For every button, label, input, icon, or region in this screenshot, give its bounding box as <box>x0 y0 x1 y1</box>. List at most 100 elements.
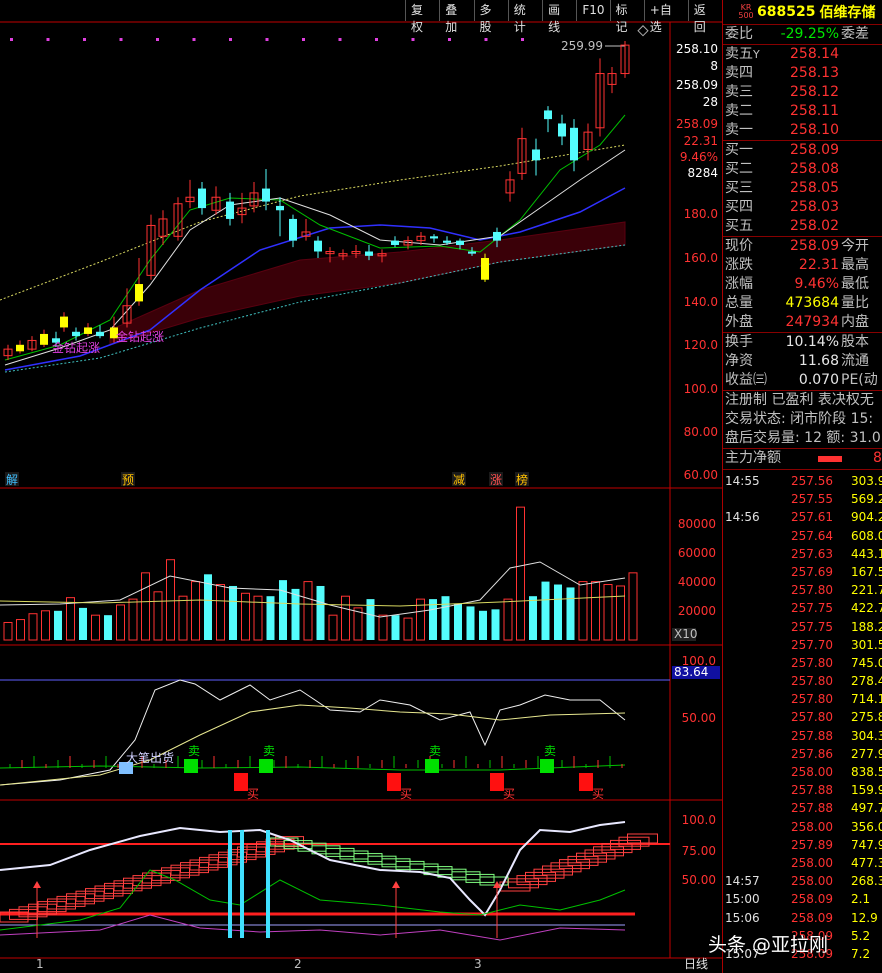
toolbar-draw-button[interactable]: 画线 <box>542 0 576 34</box>
toolbar-multi-stock-button[interactable]: 多股 <box>473 0 508 34</box>
bid-row[interactable]: 买四 258.03 <box>723 198 882 217</box>
volume-bar <box>479 610 487 640</box>
chart-tag: 涨 <box>490 472 502 487</box>
stat-label: 净资 <box>725 353 753 369</box>
sell-signal-box <box>425 759 439 773</box>
quote-row: 现价 258.09 今开 <box>723 237 882 256</box>
stock-header: KR 500 688525 佰维存储 <box>723 0 882 25</box>
buy-signal-box <box>387 773 401 791</box>
tick-volume: 277.9 <box>851 746 882 761</box>
weibi-value: -29.25% <box>780 26 839 42</box>
kdj-cross-bar <box>240 830 244 938</box>
candle-body <box>314 240 322 252</box>
price-axis-label: 140.0 <box>684 295 718 309</box>
stat-row: 收益㈢ 0.070 PE(动 <box>723 371 882 390</box>
quote-value: 473684 <box>785 295 839 311</box>
chart-tag: 解 <box>6 473 18 487</box>
volume-bar <box>328 614 338 641</box>
tick-price: 258.00 <box>791 765 833 779</box>
volume-bar <box>454 603 462 640</box>
main-flow-bar <box>818 456 842 462</box>
ask-row[interactable]: 卖一 258.10 <box>723 121 882 140</box>
volume-bar <box>41 610 50 641</box>
tick-time: 14:56 <box>725 510 760 525</box>
volume-bar <box>616 585 625 641</box>
tick-price: 257.56 <box>791 474 833 488</box>
quote-row: 涨幅 9.46% 最低 <box>723 275 882 294</box>
buy-signal-box <box>579 773 593 791</box>
kdj-cross-bar <box>228 830 232 938</box>
kdj-step-box <box>627 833 658 844</box>
volume-bar <box>241 592 250 641</box>
tick-row: 14:56 257.61 904.2 <box>723 508 882 526</box>
sell-signal-box <box>540 759 554 773</box>
volume-bar <box>391 615 400 640</box>
price-axis-label: 60.00 <box>684 468 718 482</box>
tick-row: 257.80 278.4 <box>723 672 882 690</box>
buy-signal-box <box>234 773 248 791</box>
candle-body <box>276 205 284 211</box>
toolbar-back-button[interactable]: 返回 <box>687 0 722 34</box>
chart-tag: 榜 <box>516 472 528 487</box>
tick-time: 14:55 <box>725 474 760 488</box>
chart-tag: 减 <box>453 473 465 487</box>
tick-price: 257.88 <box>791 783 833 798</box>
tick-volume: 303.9 <box>851 474 882 488</box>
marker-dot <box>229 38 232 41</box>
main-flow-value: 8 <box>873 450 882 466</box>
bid-row[interactable]: 买一 258.09 <box>723 141 882 160</box>
ask-row[interactable]: 卖五Y 258.14 <box>723 45 882 64</box>
ask-row[interactable]: 卖三 258.12 <box>723 83 882 102</box>
tick-row: 257.89 747.9 <box>723 836 882 854</box>
tick-price: 257.80 <box>791 655 833 670</box>
candle-body <box>198 188 206 209</box>
tick-row: 257.80 745.0 <box>723 654 882 672</box>
marker-dot <box>46 38 50 41</box>
volume-bar <box>591 581 600 641</box>
toolbar-watchlist-button[interactable]: +自选 <box>643 0 688 34</box>
tick-row: 257.63 443.1 <box>723 545 882 563</box>
volume-bar <box>279 580 287 640</box>
tick-volume: 275.8 <box>851 710 882 725</box>
volume-bar <box>491 609 500 640</box>
ask-price: 258.10 <box>790 122 839 138</box>
kdj-j-line <box>0 914 626 941</box>
volume-bar <box>216 584 225 641</box>
toolbar-fuquan-button[interactable]: 复权 <box>405 0 439 34</box>
kline-chart[interactable]: 258.108258.0928258.0922.319.46%8284180.0… <box>0 0 722 973</box>
tick-row: 257.75 422.7 <box>723 599 882 617</box>
bid-row[interactable]: 买三 258.05 <box>723 179 882 198</box>
price-axis-label: 80.00 <box>684 425 718 439</box>
volume-bar <box>566 587 575 640</box>
stat-row: 净资 11.68 流通 <box>723 352 882 371</box>
tick-volume: 904.2 <box>851 510 882 525</box>
ask-row[interactable]: 卖二 258.11 <box>723 102 882 121</box>
toolbar-overlay-button[interactable]: 叠加 <box>439 0 473 34</box>
tick-volume: 497.7 <box>851 801 882 816</box>
bid-row[interactable]: 买二 258.08 <box>723 160 882 179</box>
quote-label: 外盘 <box>725 314 753 330</box>
date-label: 3 <box>474 957 482 971</box>
ma-band <box>109 221 626 346</box>
chart-tag: 预 <box>122 473 134 487</box>
toolbar-mark-button[interactable]: 标记 <box>609 0 644 34</box>
candle-body <box>262 188 270 202</box>
tick-list[interactable]: 14:55 257.56 303.9 257.55 569.2 14:56 257.61 90… <box>723 469 882 963</box>
bid-row[interactable]: 买五 258.02 <box>723 217 882 236</box>
price-axis-label: 8284 <box>687 166 718 180</box>
toolbar-stats-button[interactable]: 统计 <box>507 0 542 34</box>
info-line: 交易状态: 闭市阶段 15: <box>725 411 874 427</box>
kline-chart-area[interactable]: 258.10 8 258.09 28 258.09 22.31 9.46% 8284 180.0… <box>0 0 722 973</box>
tick-volume: 301.5 <box>851 637 882 652</box>
quote-value: 22.31 <box>798 257 839 273</box>
volume-bar <box>291 588 300 640</box>
candle-body <box>430 236 438 239</box>
tick-price: 257.80 <box>791 583 833 598</box>
toolbar-f10-button[interactable]: F10 <box>576 0 609 21</box>
quote-value: 258.09 <box>790 238 839 254</box>
buy-signal-label: 买 <box>503 787 515 801</box>
indicator-value-label: 83.64 <box>674 665 708 679</box>
candle-body <box>289 218 297 241</box>
ask-row[interactable]: 卖四 258.13 <box>723 64 882 83</box>
candle-body <box>60 316 68 328</box>
